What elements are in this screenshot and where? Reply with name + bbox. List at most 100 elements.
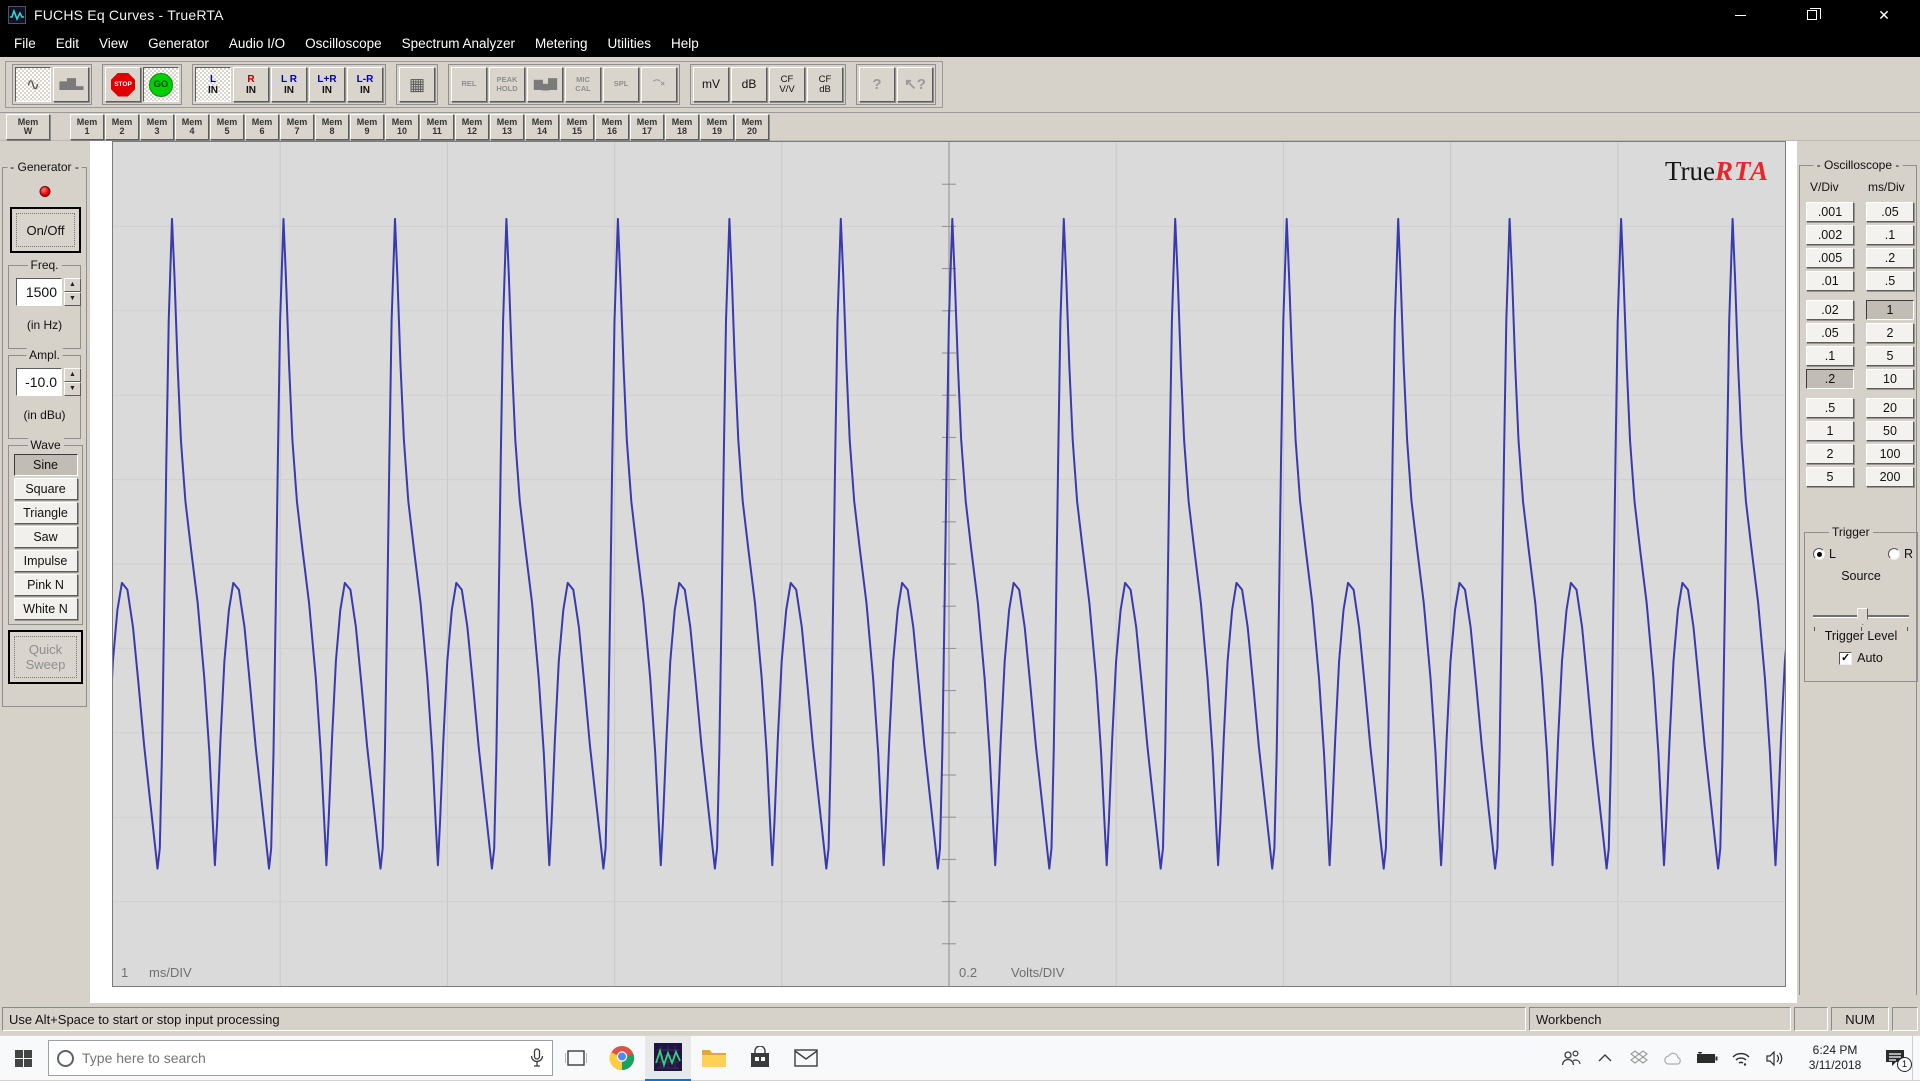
amplitude-down-button[interactable]: ▼ [64,382,81,396]
memory-button[interactable]: Mem13 [490,114,524,140]
memory-button[interactable]: Mem16 [595,114,629,140]
memory-button[interactable]: Mem20 [735,114,769,140]
msdiv-button[interactable]: .05 [1866,202,1914,222]
oscilloscope-view-button[interactable]: ∿ [15,67,51,102]
spl-button[interactable]: SPL [603,67,639,102]
store-taskbar-icon[interactable] [737,1036,783,1081]
action-center-button[interactable]: 1 [1878,1036,1912,1081]
wave-triangle-button[interactable]: Triangle [14,502,78,524]
vdiv-button[interactable]: .1 [1806,346,1854,366]
stop-button[interactable]: STOP [105,67,141,102]
trigger-source-right-radio[interactable]: R [1888,547,1913,561]
memory-button[interactable]: Mem4 [175,114,209,140]
memory-button[interactable]: Mem9 [350,114,384,140]
memory-button[interactable]: Mem2 [105,114,139,140]
taskbar-clock[interactable]: 6:24 PM 3/11/2018 [1792,1043,1878,1073]
generator-onoff-button[interactable]: On/Off [10,207,81,253]
close-button[interactable]: ✕ [1848,0,1920,30]
menu-item[interactable]: Edit [46,32,89,55]
memory-button[interactable]: Mem18 [665,114,699,140]
quick-sweep-button[interactable]: Quick Sweep [8,630,83,684]
mic-cal-button[interactable]: MICCAL [565,67,601,102]
relative-mode-button[interactable]: REL [451,67,487,102]
menu-item[interactable]: Oscilloscope [295,32,392,55]
memory-button[interactable]: Mem6 [245,114,279,140]
wave-sine-button[interactable]: Sine [14,454,78,476]
tray-expand-button[interactable] [1588,1036,1622,1081]
crest-factor-vv-button[interactable]: CFV/V [769,67,805,102]
start-button[interactable] [0,1036,46,1081]
menu-item[interactable]: Spectrum Analyzer [392,32,525,55]
wave-impulse-button[interactable]: Impulse [14,550,78,572]
menu-item[interactable]: Audio I/O [219,32,295,55]
memory-button[interactable]: Mem17 [630,114,664,140]
millivolts-button[interactable]: mV [693,67,729,102]
memory-button[interactable]: Mem15 [560,114,594,140]
task-view-button[interactable] [553,1036,599,1081]
chrome-taskbar-icon[interactable] [599,1036,645,1081]
go-button[interactable]: GO [143,67,179,102]
volume-tray-icon[interactable] [1758,1036,1792,1081]
memory-button[interactable]: Mem1 [70,114,104,140]
crest-factor-db-button[interactable]: CFdB [807,67,843,102]
vdiv-button[interactable]: .002 [1806,225,1854,245]
vdiv-button[interactable]: .01 [1806,271,1854,291]
vdiv-button[interactable]: .02 [1806,300,1854,320]
memory-button[interactable]: Mem7 [280,114,314,140]
help-button[interactable]: ? [859,67,895,102]
search-input[interactable] [82,1050,522,1066]
trigger-source-left-radio[interactable]: L [1813,547,1836,561]
menu-item[interactable]: Metering [525,32,598,55]
bar-display-button[interactable]: ▆▄▇ [527,67,563,102]
spectrum-view-button[interactable]: ▅▇▂ [53,67,89,102]
battery-tray-icon[interactable] [1690,1036,1724,1081]
truerta-taskbar-icon[interactable] [645,1036,691,1081]
file-explorer-taskbar-icon[interactable] [691,1036,737,1081]
frequency-up-button[interactable]: ▲ [64,278,81,292]
memory-button[interactable]: Mem12 [455,114,489,140]
msdiv-button[interactable]: 20 [1866,398,1914,418]
mem-w-button[interactable]: MemW [6,114,50,140]
show-desktop-button[interactable] [1912,1036,1920,1081]
msdiv-button[interactable]: 100 [1866,444,1914,464]
amplitude-input[interactable]: -10.0 [16,368,62,396]
vdiv-button[interactable]: .5 [1806,398,1854,418]
menu-item[interactable]: Generator [138,32,219,55]
people-tray-icon[interactable] [1554,1036,1588,1081]
frequency-input[interactable]: 1500 [16,278,62,306]
auto-trigger-checkbox[interactable]: ✓ Auto [1805,651,1917,665]
vdiv-button[interactable]: 1 [1806,421,1854,441]
decibels-button[interactable]: dB [731,67,767,102]
grid-toggle-button[interactable]: ▦ [399,67,435,102]
wave-saw-button[interactable]: Saw [14,526,78,548]
mail-taskbar-icon[interactable] [783,1036,829,1081]
memory-button[interactable]: Mem14 [525,114,559,140]
microphone-icon[interactable] [530,1048,544,1068]
context-help-button[interactable]: ↖? [897,67,933,102]
amplitude-up-button[interactable]: ▲ [64,368,81,382]
vdiv-button[interactable]: .005 [1806,248,1854,268]
memory-button[interactable]: Mem3 [140,114,174,140]
wifi-tray-icon[interactable] [1724,1036,1758,1081]
vdiv-button[interactable]: .001 [1806,202,1854,222]
menu-item[interactable]: View [89,32,138,55]
wave-white-noise-button[interactable]: White N [14,598,78,620]
memory-button[interactable]: Mem10 [385,114,419,140]
memory-button[interactable]: Mem19 [700,114,734,140]
msdiv-button[interactable]: .1 [1866,225,1914,245]
frequency-down-button[interactable]: ▼ [64,292,81,306]
vdiv-button[interactable]: 5 [1806,467,1854,487]
msdiv-button[interactable]: 2 [1866,323,1914,343]
difference-input-button[interactable]: L-RIN [347,67,383,102]
vdiv-button[interactable]: .05 [1806,323,1854,343]
msdiv-button[interactable]: 5 [1866,346,1914,366]
memory-button[interactable]: Mem11 [420,114,454,140]
curve-x-button[interactable]: ⌒× [641,67,677,102]
onedrive-tray-icon[interactable] [1656,1036,1690,1081]
vdiv-button[interactable]: .2 [1806,369,1854,389]
wave-square-button[interactable]: Square [14,478,78,500]
restore-button[interactable] [1776,0,1848,30]
trigger-level-slider[interactable] [1813,607,1909,625]
menu-item[interactable]: Help [661,32,709,55]
memory-button[interactable]: Mem8 [315,114,349,140]
